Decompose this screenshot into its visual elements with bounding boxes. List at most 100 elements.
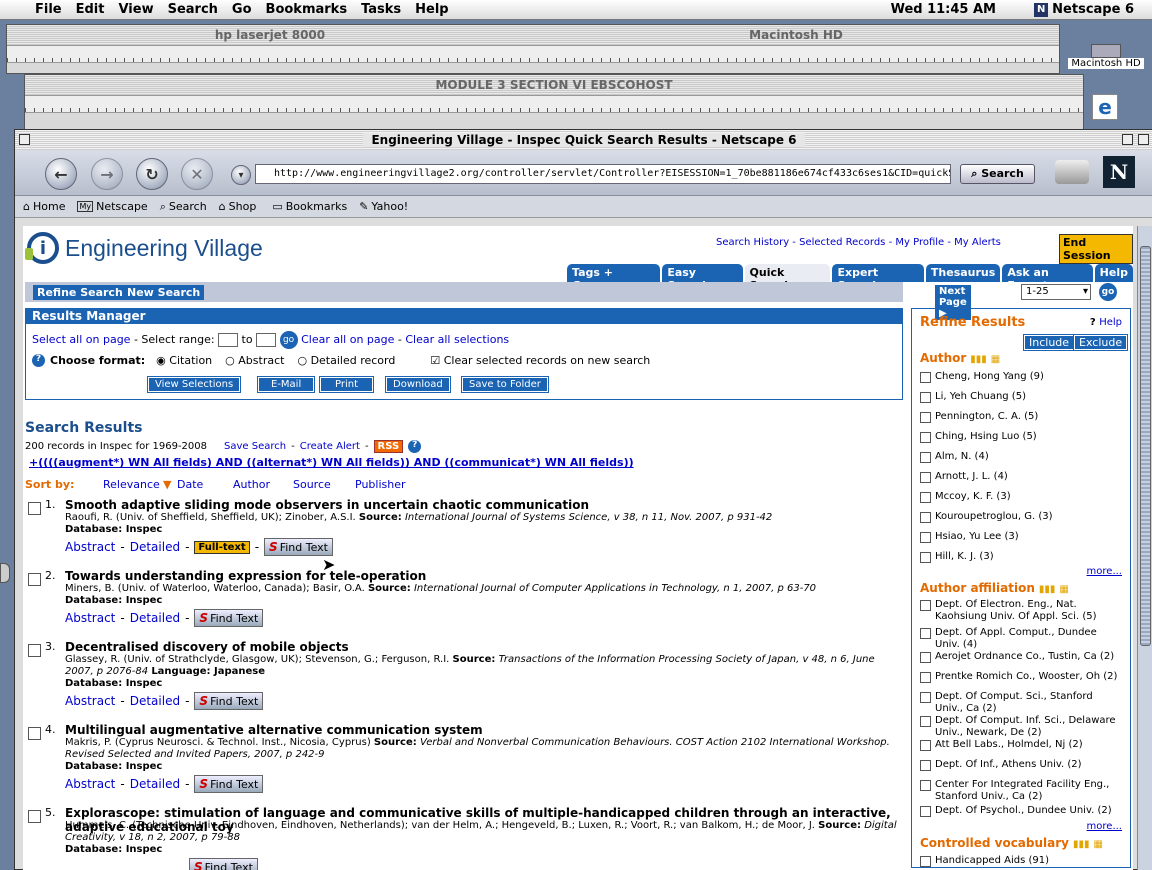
forward-button[interactable]: → (91, 158, 123, 190)
range-go-button[interactable]: go (279, 331, 298, 349)
table-icon[interactable]: ▦ (991, 354, 1000, 365)
ie-desktop-icon[interactable]: e (1092, 94, 1118, 120)
detailed-link[interactable]: Detailed (130, 694, 180, 708)
author-facet-item[interactable]: Li, Yeh Chuang (5) (920, 391, 1026, 403)
record-authors[interactable]: Miners, B. (Univ. of Waterloo, Waterloo,… (65, 583, 365, 594)
bar-chart-icon[interactable]: ▮▮▮ (1039, 584, 1056, 595)
new-search-button[interactable]: New Search (123, 285, 205, 300)
find-text-button[interactable]: S Find Text (194, 692, 264, 710)
menu-file[interactable]: File (28, 2, 69, 17)
find-text-button[interactable]: S Find Text (264, 538, 333, 556)
rss-help-icon[interactable]: ? (408, 440, 422, 453)
application-menu[interactable]: N Netscape 6 (1034, 2, 1134, 17)
facet-checkbox[interactable] (920, 472, 931, 483)
facet-checkbox[interactable] (920, 628, 931, 639)
sort-date[interactable]: Date (177, 478, 233, 491)
record-title[interactable]: Towards understanding expression for tel… (65, 569, 426, 583)
facet-checkbox[interactable] (920, 856, 931, 867)
affiliation-facet-item[interactable]: Prentke Romich Co., Wooster, Oh (2) (920, 671, 1120, 683)
personal-bookmarks[interactable]: ▭ Bookmarks (272, 200, 347, 213)
author-more-link[interactable]: more... (1087, 566, 1122, 577)
document-window[interactable]: MODULE 3 SECTION VI EBSCOHOST (24, 74, 1084, 130)
search-history-link[interactable]: Search History (716, 237, 789, 248)
facet-checkbox[interactable] (920, 512, 931, 523)
toolbar-search-button[interactable]: ⌕ Search (960, 164, 1035, 184)
zoom-box-icon[interactable] (1122, 134, 1133, 145)
radio-citation[interactable]: ◉ Citation (156, 354, 212, 367)
facet-checkbox[interactable] (920, 692, 931, 703)
bar-chart-icon[interactable]: ▮▮▮ (970, 354, 987, 365)
affiliation-facet-item[interactable]: Aerojet Ordnance Co., Tustin, Ca (2) (920, 651, 1120, 663)
range-end-input[interactable] (256, 333, 277, 347)
author-facet-item[interactable]: Hsiao, Yu Lee (3) (920, 531, 1019, 543)
vertical-scrollbar[interactable] (1137, 226, 1152, 870)
detailed-link[interactable]: Detailed (130, 540, 180, 554)
find-text-button[interactable]: S Find Text (194, 609, 264, 627)
menu-view[interactable]: View (111, 2, 160, 17)
author-facet-item[interactable]: Hill, K. J. (3) (920, 551, 994, 563)
menu-bookmarks[interactable]: Bookmarks (259, 2, 355, 17)
personal-home[interactable]: ⌂ Home (23, 200, 65, 213)
rss-button[interactable]: RSS (373, 440, 404, 453)
author-facet-item[interactable]: Alm, N. (4) (920, 451, 989, 463)
collapse-box-icon[interactable] (1138, 134, 1149, 145)
tab-thesaurus[interactable]: Thesaurus (925, 264, 1001, 282)
detailed-link[interactable]: Detailed (130, 777, 180, 791)
record-checkbox[interactable] (28, 644, 41, 657)
search-query[interactable]: +((((augment*) WN All fields) AND ((alte… (29, 456, 634, 469)
window-titlebar[interactable]: Engineering Village - Inspec Quick Searc… (15, 130, 1152, 150)
back-button[interactable]: ← (45, 158, 77, 190)
side-drawer-tab[interactable] (0, 563, 10, 583)
site-logo[interactable]: i Engineering Village (25, 232, 263, 264)
affiliation-facet-item[interactable]: Dept. Of Psychol., Dundee Univ. (2) (920, 805, 1120, 817)
refine-help-link[interactable]: ? Help (1090, 317, 1122, 328)
table-icon[interactable]: ▦ (1059, 584, 1068, 595)
clear-on-new-checkbox[interactable]: ☑ Clear selected records on new search (430, 354, 650, 367)
select-all-link[interactable]: Select all on page (32, 333, 130, 346)
sort-author[interactable]: Author (233, 478, 293, 491)
author-facet-item[interactable]: Cheng, Hong Yang (9) (920, 371, 1044, 383)
affiliation-facet-item[interactable]: Dept. Of Comput. Inf. Sci., Delaware Uni… (920, 715, 1120, 739)
affiliation-facet-item[interactable]: Att Bell Labs., Holmdel, Nj (2) (920, 739, 1120, 751)
email-button[interactable]: E-Mail (256, 376, 316, 393)
find-text-button[interactable]: S Find Text (189, 858, 258, 870)
tab-expert-search[interactable]: Expert Search (832, 264, 924, 292)
facet-checkbox[interactable] (920, 492, 931, 503)
author-facet-item[interactable]: Ching, Hsing Luo (5) (920, 431, 1037, 443)
affiliation-facet-item[interactable]: Center For Integrated Facility Eng., Sta… (920, 779, 1120, 803)
netscape-throbber-icon[interactable]: N (1103, 156, 1135, 188)
ruler[interactable] (7, 45, 1059, 63)
my-profile-link[interactable]: My Profile (895, 237, 944, 248)
abstract-link[interactable]: Abstract (65, 694, 115, 708)
affiliation-facet-item[interactable]: Dept. Of Appl. Comput., Dundee Univ. (4) (920, 627, 1120, 651)
facet-checkbox[interactable] (920, 600, 931, 611)
sort-publisher[interactable]: Publisher (355, 478, 406, 491)
affiliation-facet-item[interactable]: Dept. Of Comput. Sci., Stanford Univ., C… (920, 691, 1120, 715)
facet-checkbox[interactable] (920, 652, 931, 663)
exclude-button[interactable]: Exclude (1072, 334, 1129, 351)
menu-help[interactable]: Help (408, 2, 455, 17)
author-facet-item[interactable]: Pennington, C. A. (5) (920, 411, 1038, 423)
facet-checkbox[interactable] (920, 716, 931, 727)
tab-quick-search[interactable]: Quick Search (744, 264, 831, 292)
scrollbar-thumb[interactable] (1140, 246, 1151, 646)
menubar-clock[interactable]: Wed 11:45 AM (891, 2, 996, 17)
facet-checkbox[interactable] (920, 552, 931, 563)
radio-abstract[interactable]: ○ Abstract (225, 354, 284, 367)
menu-go[interactable]: Go (225, 2, 259, 17)
table-icon[interactable]: ▦ (1094, 839, 1103, 850)
radio-detailed[interactable]: ○ Detailed record (297, 354, 395, 367)
sort-relevance[interactable]: Relevance (103, 478, 163, 491)
menu-edit[interactable]: Edit (69, 2, 112, 17)
personal-yahoo[interactable]: ✎ Yahoo! (359, 200, 408, 213)
selected-records-link[interactable]: Selected Records (799, 237, 885, 248)
personal-shop[interactable]: ⌂ Shop (219, 200, 257, 213)
abstract-link[interactable]: Abstract (65, 777, 115, 791)
record-authors[interactable]: Makris, P. (Cyprus Neurosci. & Technol. … (65, 737, 371, 748)
record-checkbox[interactable] (28, 502, 41, 515)
facet-checkbox[interactable] (920, 760, 931, 771)
reload-button[interactable]: ↻ (136, 158, 168, 190)
document-ruler[interactable] (25, 95, 1083, 113)
desktop-disk-icon[interactable]: Macintosh HD (1068, 44, 1144, 72)
range-start-input[interactable] (218, 333, 239, 347)
